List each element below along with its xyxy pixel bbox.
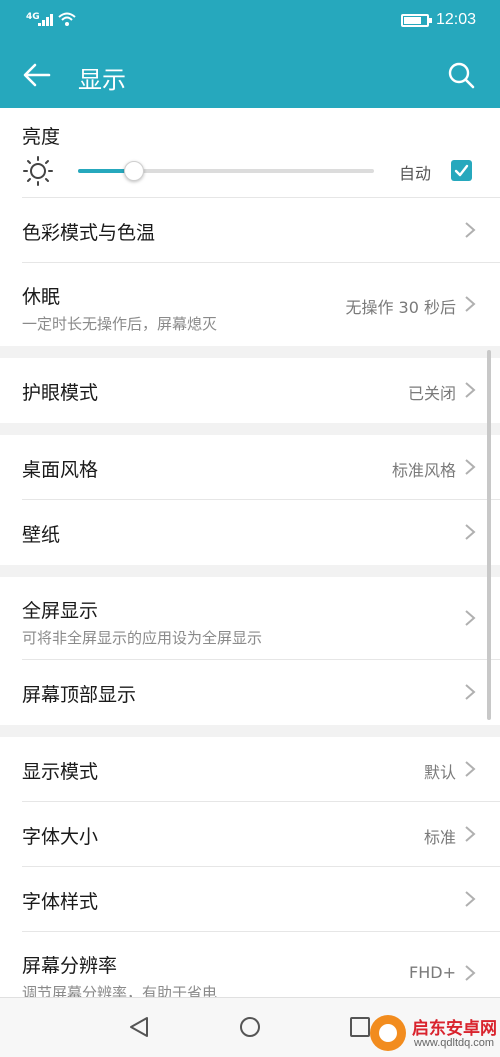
chevron-right-icon xyxy=(465,296,476,312)
chevron-right-icon xyxy=(465,684,476,700)
battery-icon xyxy=(401,14,432,27)
setting-notch-display[interactable]: 屏幕顶部显示 xyxy=(22,660,500,725)
setting-value: 标准 xyxy=(423,828,456,847)
brightness-title: 亮度 xyxy=(22,126,61,148)
chevron-right-icon xyxy=(465,891,476,907)
watermark: 启东安卓网 www.qdltdq.com xyxy=(362,1010,500,1055)
setting-wallpaper[interactable]: 壁纸 xyxy=(22,500,500,565)
setting-full-screen[interactable]: 全屏显示 可将非全屏显示的应用设为全屏显示 xyxy=(22,577,500,660)
setting-value: FHD+ xyxy=(409,963,456,982)
setting-title: 桌面风格 xyxy=(22,459,99,481)
sun-icon xyxy=(23,156,53,186)
status-time: 12:03 xyxy=(436,11,477,28)
setting-title: 休眠 xyxy=(22,286,61,308)
chevron-right-icon xyxy=(465,382,476,398)
status-bar: 4G 12:03 xyxy=(0,0,500,40)
chevron-right-icon xyxy=(465,459,476,475)
search-icon[interactable] xyxy=(447,61,475,89)
setting-font-size[interactable]: 字体大小 标准 xyxy=(22,802,500,867)
setting-sleep[interactable]: 休眠 一定时长无操作后，屏幕熄灭 无操作 30 秒后 xyxy=(22,263,500,346)
chevron-right-icon xyxy=(465,761,476,777)
setting-value: 无操作 30 秒后 xyxy=(345,298,456,317)
setting-value: 默认 xyxy=(423,763,456,782)
settings-group-1: 亮度 自动 色彩模式与色温 休眠 一定时长无操作后，屏幕熄灭 无操作 30 秒后 xyxy=(0,108,500,346)
settings-list: 亮度 自动 色彩模式与色温 休眠 一定时长无操作后，屏幕熄灭 无操作 30 秒后… xyxy=(0,108,500,1015)
app-bar: 4G 12:03 显示 xyxy=(0,0,500,108)
watermark-name: 启东安卓网 xyxy=(412,1019,497,1039)
auto-brightness-checkbox[interactable] xyxy=(451,160,472,181)
setting-value: 已关闭 xyxy=(407,384,456,403)
chevron-right-icon xyxy=(465,610,476,626)
arrow-left-icon[interactable] xyxy=(22,60,52,90)
wifi-icon xyxy=(58,12,76,26)
setting-font-style[interactable]: 字体样式 xyxy=(22,867,500,932)
setting-title: 护眼模式 xyxy=(22,382,99,404)
setting-subtitle: 可将非全屏显示的应用设为全屏显示 xyxy=(22,629,263,647)
setting-title: 字体样式 xyxy=(22,891,99,913)
signal-icon xyxy=(38,14,53,26)
setting-home-style[interactable]: 桌面风格 标准风格 xyxy=(22,435,500,500)
setting-title: 色彩模式与色温 xyxy=(22,222,156,244)
nav-back-icon[interactable] xyxy=(128,1016,150,1038)
setting-subtitle: 一定时长无操作后，屏幕熄灭 xyxy=(22,315,218,333)
setting-title: 显示模式 xyxy=(22,761,99,783)
brightness-slider-thumb[interactable] xyxy=(124,161,145,181)
setting-title: 全屏显示 xyxy=(22,600,99,622)
brightness-row: 亮度 自动 xyxy=(22,108,500,198)
auto-brightness-label: 自动 xyxy=(399,164,432,183)
page-title: 显示 xyxy=(78,66,126,94)
settings-group-2: 护眼模式 已关闭 xyxy=(0,358,500,423)
watermark-url: www.qdltdq.com xyxy=(414,1037,495,1049)
watermark-logo xyxy=(370,1015,406,1051)
setting-color-mode[interactable]: 色彩模式与色温 xyxy=(22,198,500,263)
setting-value: 标准风格 xyxy=(391,461,456,480)
scrollbar[interactable] xyxy=(487,350,491,720)
settings-group-5: 显示模式 默认 字体大小 标准 字体样式 屏幕分辨率 调节屏幕分辨率，有助于省电… xyxy=(0,737,500,1015)
chevron-right-icon xyxy=(465,965,476,981)
chevron-right-icon xyxy=(465,826,476,842)
brightness-slider[interactable] xyxy=(78,161,374,181)
setting-eye-comfort[interactable]: 护眼模式 已关闭 xyxy=(22,358,500,423)
chevron-right-icon xyxy=(465,524,476,540)
chevron-right-icon xyxy=(465,222,476,238)
nav-home-icon[interactable] xyxy=(239,1016,261,1038)
setting-title: 屏幕顶部显示 xyxy=(22,684,137,706)
setting-title: 屏幕分辨率 xyxy=(22,955,118,977)
settings-group-3: 桌面风格 标准风格 壁纸 xyxy=(0,435,500,565)
setting-title: 壁纸 xyxy=(22,524,61,546)
settings-group-4: 全屏显示 可将非全屏显示的应用设为全屏显示 屏幕顶部显示 xyxy=(0,577,500,725)
setting-display-mode[interactable]: 显示模式 默认 xyxy=(22,737,500,802)
setting-title: 字体大小 xyxy=(22,826,99,848)
